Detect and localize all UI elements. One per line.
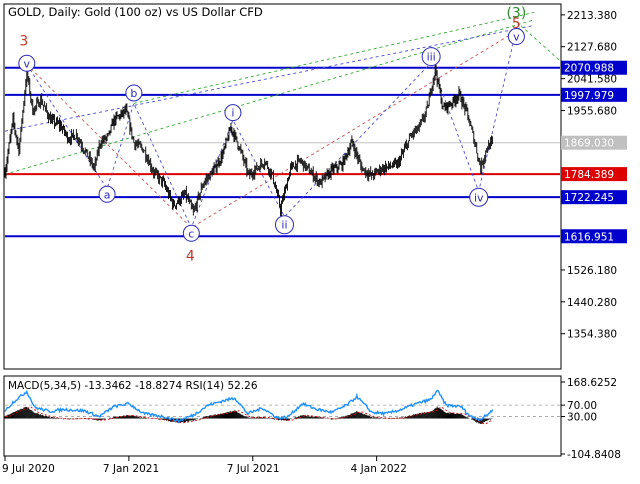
time-tick-label-1: 7 Jan 2021 <box>103 463 159 475</box>
wave-label-5: 4 <box>186 249 195 265</box>
symbol-title: GOLD, Daily: Gold (100 oz) vs US Dollar … <box>8 5 263 19</box>
time-tick-label-0: 9 Jul 2020 <box>2 463 55 475</box>
wave-label-9: iv <box>474 191 484 204</box>
chart-window: 3 v b a c 4 i ii iii iv (3) 5 v GOLD, Daily: Gold (1… <box>0 0 640 480</box>
price-tick-label-2041.58: 2041.580 <box>567 74 617 86</box>
level-tag-1722.245: 1722.245 <box>564 192 614 204</box>
level-tag-1997.979: 1997.979 <box>564 90 614 102</box>
indicator-title: MACD(5,34,5) -13.3462 -18.8274 RSI(14) 5… <box>8 380 258 392</box>
time-tick-label-3: 4 Jan 2022 <box>351 463 407 475</box>
wave-label-1: v <box>24 57 31 70</box>
level-tag-1784.389: 1784.389 <box>564 169 614 181</box>
wave-label-7: ii <box>281 219 287 232</box>
wave-label-12: v <box>513 31 520 44</box>
indicator-tick-label--104.8408: -104.8408 <box>567 449 621 461</box>
price-tick-label-1526.18: 1526.180 <box>567 265 617 277</box>
wave-label-2: b <box>130 87 137 100</box>
wave-label-8: iii <box>427 51 436 64</box>
price-tick-label-1354.38: 1354.380 <box>567 329 617 341</box>
wave-label-6: i <box>231 107 234 120</box>
time-tick-label-2: 7 Jul 2021 <box>227 463 280 475</box>
price-tick-label-1955.68: 1955.680 <box>567 106 617 118</box>
wave-label-0: 3 <box>19 33 28 49</box>
indicator-tick-label-70: 70.00 <box>567 400 597 412</box>
level-tag-1616.951: 1616.951 <box>564 231 614 243</box>
price-tick-label-2213.38: 2213.380 <box>567 10 617 22</box>
level-tag-1869.030: 1869.030 <box>564 138 614 150</box>
indicator-tick-label-168.6252: 168.6252 <box>567 377 617 389</box>
wave-label-3: a <box>104 188 111 201</box>
price-tick-label-2127.68: 2127.680 <box>567 42 617 54</box>
price-tick-label-1440.28: 1440.280 <box>567 297 617 309</box>
chart-background <box>0 0 640 480</box>
wave-label-4: c <box>188 227 194 240</box>
gold-daily-chart: 3vbac4iiiiiiiv(3)5v GOLD, Daily: Gold (1… <box>0 0 640 480</box>
level-tag-2070.988: 2070.988 <box>564 63 614 75</box>
indicator-tick-label-30: 30.00 <box>567 412 597 424</box>
